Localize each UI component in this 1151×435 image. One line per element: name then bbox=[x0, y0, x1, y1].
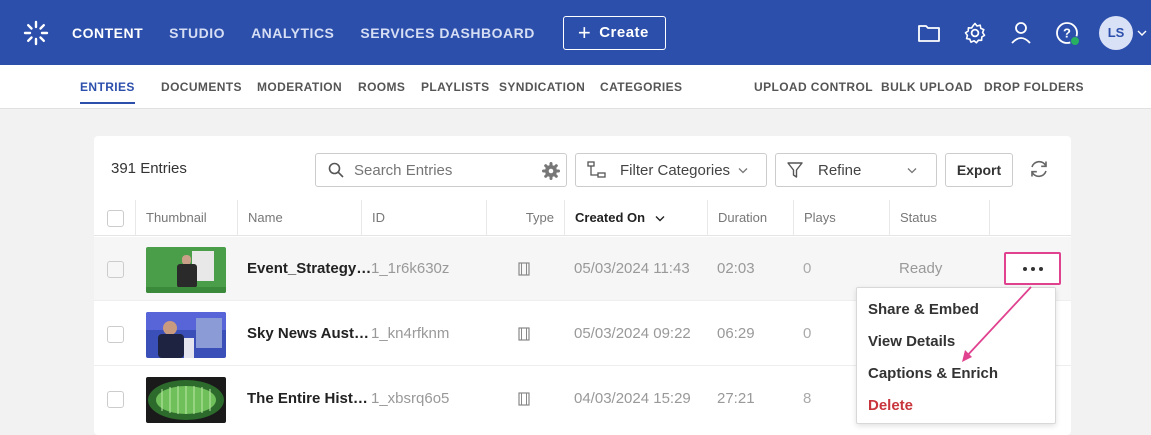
category-tree-icon bbox=[587, 161, 606, 178]
column-type[interactable]: Type bbox=[486, 200, 564, 236]
filter-categories-dropdown[interactable]: Filter Categories bbox=[575, 153, 767, 187]
subnav-upload-control[interactable]: UPLOAD CONTROL bbox=[754, 65, 873, 109]
sort-descending-icon bbox=[655, 216, 665, 222]
kaltura-logo-icon[interactable] bbox=[0, 0, 72, 65]
entry-duration: 06:29 bbox=[717, 325, 755, 342]
entry-thumbnail[interactable] bbox=[146, 247, 226, 293]
column-status[interactable]: Status bbox=[889, 200, 937, 236]
entry-created-on: 04/03/2024 15:29 bbox=[574, 390, 691, 407]
entry-thumbnail[interactable] bbox=[146, 312, 226, 358]
entry-created-on: 05/03/2024 11:43 bbox=[574, 260, 690, 277]
column-created-on[interactable]: Created On bbox=[564, 200, 665, 236]
select-all-checkbox[interactable] bbox=[107, 210, 124, 227]
entry-plays: 0 bbox=[803, 260, 812, 277]
top-navigation-bar: CONTENT STUDIO ANALYTICS SERVICES DASHBO… bbox=[0, 0, 1151, 65]
filter-categories-label: Filter Categories bbox=[620, 161, 731, 179]
subnav-documents[interactable]: DOCUMENTS bbox=[161, 65, 242, 109]
video-type-icon bbox=[518, 262, 530, 276]
create-label: Create bbox=[599, 24, 649, 41]
status-online-dot bbox=[1070, 35, 1080, 46]
subnav-moderation[interactable]: MODERATION bbox=[257, 65, 342, 109]
subnav-categories[interactable]: CATEGORIES bbox=[600, 65, 682, 109]
refine-label: Refine bbox=[818, 161, 862, 179]
user-menu[interactable]: LS bbox=[1089, 15, 1147, 50]
entry-name[interactable]: The Entire Hist… bbox=[247, 367, 368, 431]
nav-content[interactable]: CONTENT bbox=[72, 25, 143, 41]
row-actions-menu: Share & Embed View Details Captions & En… bbox=[856, 287, 1056, 424]
subnav-syndication[interactable]: SYNDICATION bbox=[499, 65, 585, 109]
menu-view-details[interactable]: View Details bbox=[868, 333, 955, 350]
entries-count: 391 Entries bbox=[111, 160, 187, 177]
menu-captions-enrich[interactable]: Captions & Enrich bbox=[868, 365, 998, 382]
entry-created-on: 05/03/2024 09:22 bbox=[574, 325, 691, 342]
entries-toolbar: 391 Entries Filter Categorie bbox=[94, 136, 1071, 200]
row-checkbox[interactable] bbox=[107, 391, 124, 408]
entry-id: 1_xbsrq6o5 bbox=[371, 390, 450, 407]
entry-name[interactable]: Event_Strategy… bbox=[247, 237, 371, 301]
nav-studio[interactable]: STUDIO bbox=[169, 25, 225, 41]
nav-services-dashboard[interactable]: SERVICES DASHBOARD bbox=[360, 25, 534, 41]
folder-icon[interactable] bbox=[907, 11, 951, 55]
chevron-down-icon bbox=[738, 167, 748, 173]
table-header: Thumbnail Name ID Type Created On Durati… bbox=[94, 200, 1071, 236]
entry-id: 1_1r6k630z bbox=[371, 260, 450, 277]
column-duration[interactable]: Duration bbox=[707, 200, 767, 236]
more-actions-button[interactable] bbox=[1004, 252, 1061, 285]
sub-navigation: ENTRIES DOCUMENTS MODERATION ROOMS PLAYL… bbox=[0, 65, 1151, 109]
filter-funnel-icon bbox=[787, 162, 803, 178]
menu-share-embed[interactable]: Share & Embed bbox=[868, 301, 979, 318]
entry-thumbnail[interactable] bbox=[146, 377, 226, 423]
column-name[interactable]: Name bbox=[237, 200, 283, 236]
gear-icon[interactable] bbox=[953, 11, 997, 55]
create-button[interactable]: + Create bbox=[562, 15, 666, 50]
subnav-playlists[interactable]: PLAYLISTS bbox=[421, 65, 490, 109]
row-checkbox[interactable] bbox=[107, 261, 124, 278]
subnav-drop-folders[interactable]: DROP FOLDERS bbox=[984, 65, 1084, 109]
search-settings-gear-icon[interactable] bbox=[542, 162, 560, 180]
column-plays[interactable]: Plays bbox=[793, 200, 836, 236]
search-box[interactable] bbox=[315, 153, 567, 187]
chevron-down-icon bbox=[1137, 30, 1147, 36]
menu-delete[interactable]: Delete bbox=[868, 397, 913, 414]
chevron-down-icon bbox=[907, 167, 917, 173]
search-input[interactable] bbox=[354, 161, 524, 179]
plus-icon: + bbox=[577, 19, 592, 45]
column-id[interactable]: ID bbox=[361, 200, 385, 236]
column-thumbnail: Thumbnail bbox=[135, 200, 207, 236]
avatar: LS bbox=[1099, 15, 1133, 50]
entry-name[interactable]: Sky News Aust… bbox=[247, 302, 369, 366]
entry-duration: 02:03 bbox=[717, 260, 755, 277]
refine-dropdown[interactable]: Refine bbox=[775, 153, 937, 187]
row-checkbox[interactable] bbox=[107, 326, 124, 343]
help-icon[interactable]: ? bbox=[1045, 11, 1089, 55]
user-icon[interactable] bbox=[999, 11, 1043, 55]
subnav-bulk-upload[interactable]: BULK UPLOAD bbox=[881, 65, 973, 109]
entry-plays: 0 bbox=[803, 325, 812, 342]
column-actions bbox=[989, 200, 1071, 236]
search-icon bbox=[328, 162, 344, 178]
more-horizontal-icon bbox=[1022, 266, 1043, 271]
subnav-rooms[interactable]: ROOMS bbox=[358, 65, 405, 109]
video-type-icon bbox=[518, 392, 530, 406]
subnav-entries[interactable]: ENTRIES bbox=[80, 65, 135, 109]
refresh-icon[interactable] bbox=[1028, 158, 1050, 180]
column-created-on-label: Created On bbox=[575, 210, 646, 225]
nav-analytics[interactable]: ANALYTICS bbox=[251, 25, 334, 41]
video-type-icon bbox=[518, 327, 530, 341]
entry-plays: 8 bbox=[803, 390, 812, 407]
entry-duration: 27:21 bbox=[717, 390, 755, 407]
export-button[interactable]: Export bbox=[945, 153, 1013, 187]
entry-id: 1_kn4rfknm bbox=[371, 325, 450, 342]
